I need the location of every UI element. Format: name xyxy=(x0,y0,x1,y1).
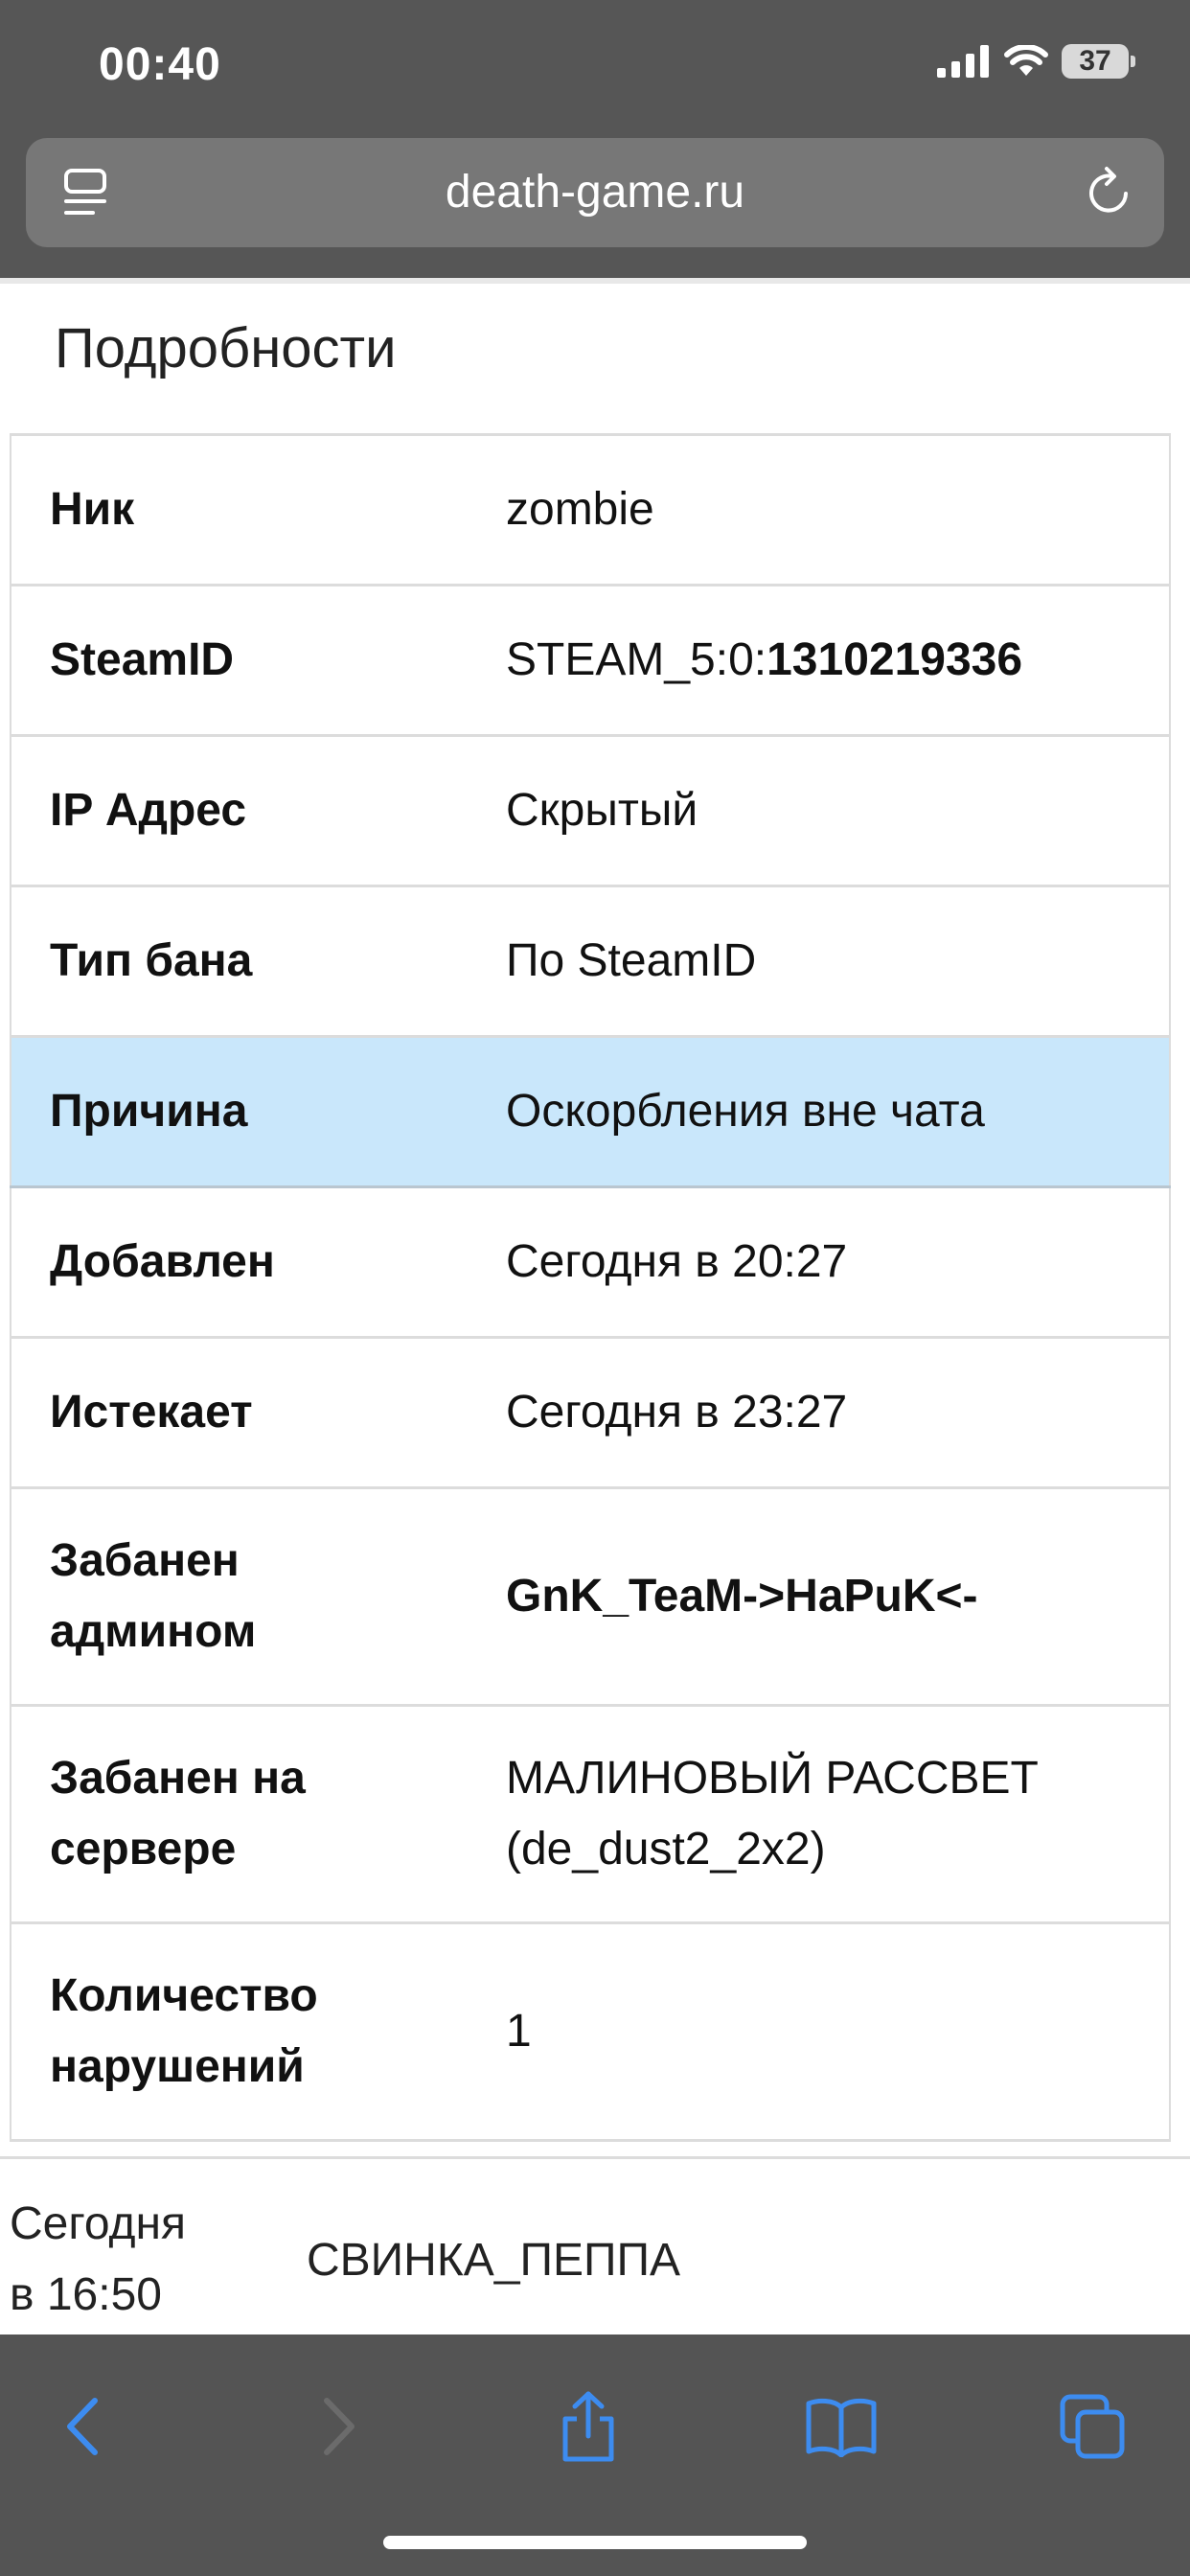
row-label-violations: Количество нарушений xyxy=(11,1921,458,2142)
table-row: SteamID STEAM_5:0:1310219336 xyxy=(11,584,1170,737)
reload-icon[interactable] xyxy=(1084,165,1135,218)
row-label-nick: Ник xyxy=(11,433,458,586)
home-indicator xyxy=(383,2536,807,2549)
row-label-steamid: SteamID xyxy=(11,584,458,737)
steamid-prefix: STEAM_5:0: xyxy=(506,634,767,685)
date-line-1: Сегодня xyxy=(10,2198,186,2249)
row-label-ban-type: Тип бана xyxy=(11,885,458,1038)
share-icon xyxy=(562,2391,614,2462)
row-value-reason: Оскорбления вне чата xyxy=(458,1035,1170,1188)
table-row: Истекает Сегодня в 23:27 xyxy=(11,1336,1170,1489)
url-text[interactable]: death-game.ru xyxy=(26,138,1164,247)
row-value-server: МАЛИНОВЫЙ РАССВЕТ (de_dust2_2x2) xyxy=(458,1704,1170,1924)
row-value-ip: Скрытый xyxy=(458,734,1170,887)
row-value-steamid: STEAM_5:0:1310219336 xyxy=(458,584,1170,737)
table-row: Забанен админом GnK_TeaM->HaPuK<- xyxy=(11,1486,1170,1707)
table-row-highlighted: Причина Оскорбления вне чата xyxy=(11,1035,1170,1188)
row-label-admin: Забанен админом xyxy=(11,1486,458,1707)
tabs-icon xyxy=(1060,2394,1125,2459)
battery-icon: 37 xyxy=(1062,44,1135,79)
chevron-left-icon xyxy=(67,2398,98,2455)
row-label-added: Добавлен xyxy=(11,1185,458,1339)
row-value-nick: zombie xyxy=(458,433,1170,586)
label-line-2: админом xyxy=(50,1606,257,1657)
address-bar[interactable]: death-game.ru xyxy=(26,138,1164,247)
row-label-server: Забанен на сервере xyxy=(11,1704,458,1924)
chevron-right-icon xyxy=(324,2398,355,2455)
label-line-2: сервере xyxy=(50,1824,237,1874)
table-row: Забанен на сервере МАЛИНОВЫЙ РАССВЕТ (de_d… xyxy=(11,1704,1170,1924)
table-row: Ник zombie xyxy=(11,433,1170,586)
page-title: Подробности xyxy=(55,317,397,380)
row-label-reason: Причина xyxy=(11,1035,458,1188)
share-button[interactable] xyxy=(540,2379,636,2474)
book-icon xyxy=(806,2398,877,2457)
label-line-1: Забанен на xyxy=(50,1753,306,1804)
table-row: Добавлен Сегодня в 20:27 xyxy=(11,1185,1170,1339)
row-value-added: Сегодня в 20:27 xyxy=(458,1185,1170,1339)
back-button[interactable] xyxy=(34,2379,130,2474)
row-label-expires: Истекает xyxy=(11,1336,458,1489)
status-time: 00:40 xyxy=(99,39,221,90)
forward-button[interactable] xyxy=(291,2379,387,2474)
table-row: Количество нарушений 1 xyxy=(11,1921,1170,2142)
row-value-ban-type: По SteamID xyxy=(458,885,1170,1038)
history-date: Сегодня в 16:50 xyxy=(10,2189,230,2331)
chrome-divider xyxy=(0,278,1190,284)
server-name: МАЛИНОВЫЙ РАССВЕТ xyxy=(506,1753,1039,1804)
row-label-ip: IP Адрес xyxy=(11,734,458,887)
tabs-button[interactable] xyxy=(1044,2379,1140,2474)
wifi-icon xyxy=(1004,45,1048,76)
ban-details-table: Ник zombie SteamID STEAM_5:0:1310219336 … xyxy=(10,433,1171,2142)
bookmarks-button[interactable] xyxy=(793,2379,889,2474)
section-divider xyxy=(0,2156,1190,2159)
steamid-number: 1310219336 xyxy=(767,634,1023,685)
label-line-1: Забанен xyxy=(50,1535,240,1586)
row-value-expires: Сегодня в 23:27 xyxy=(458,1336,1170,1489)
table-row: IP Адрес Скрытый xyxy=(11,734,1170,887)
label-line-1: Количество xyxy=(50,1970,318,2021)
cellular-signal-icon xyxy=(937,45,989,78)
date-line-2: в 16:50 xyxy=(10,2269,162,2320)
status-icons: 37 xyxy=(937,44,1135,79)
history-player-name[interactable]: СВИНКА_ПЕППА xyxy=(307,2225,680,2296)
label-line-2: нарушений xyxy=(50,2041,305,2092)
browser-top-chrome: 00:40 37 death-game.ru xyxy=(0,0,1190,278)
row-value-violations: 1 xyxy=(458,1921,1170,2142)
table-row: Тип бана По SteamID xyxy=(11,885,1170,1038)
row-value-admin[interactable]: GnK_TeaM->HaPuK<- xyxy=(458,1486,1170,1707)
server-map: (de_dust2_2x2) xyxy=(506,1824,826,1874)
